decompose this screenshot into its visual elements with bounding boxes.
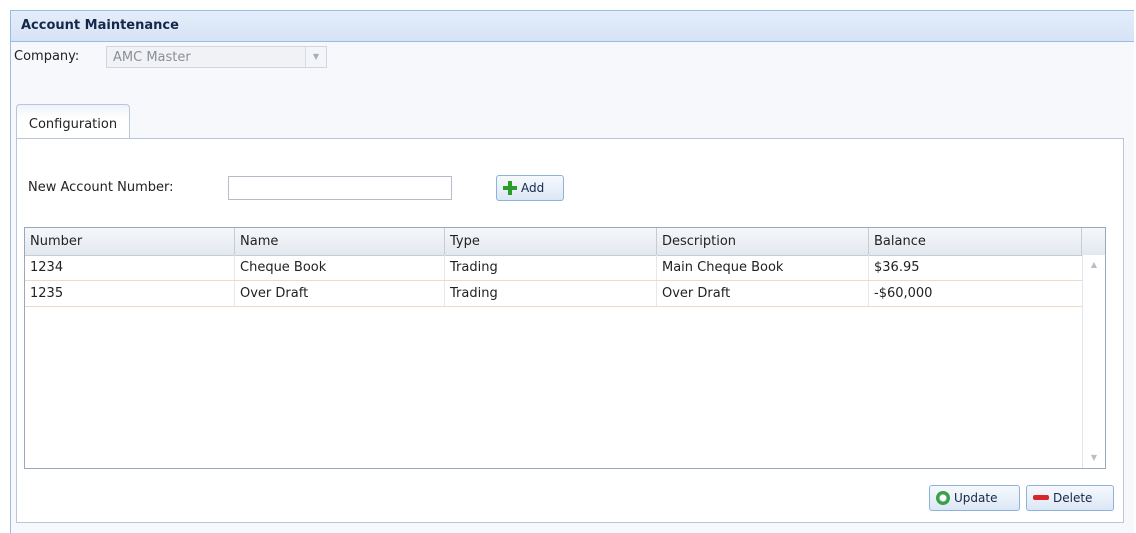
tab-bar: Configuration (16, 104, 1124, 139)
cell-type: Trading (445, 255, 657, 280)
scroll-up-icon[interactable]: ▲ (1083, 257, 1105, 273)
column-header-balance[interactable]: Balance (869, 228, 1082, 255)
grid-header: Number Name Type Description Balance (25, 228, 1105, 256)
company-value: AMC Master (113, 50, 191, 65)
column-header-type[interactable]: Type (445, 228, 657, 255)
update-button[interactable]: Update (929, 485, 1020, 511)
panel-title: Account Maintenance (11, 11, 1134, 42)
cell-number: 1234 (25, 255, 235, 280)
delete-button-label: Delete (1053, 491, 1093, 505)
tab-configuration[interactable]: Configuration (16, 104, 130, 139)
accounts-grid: Number Name Type Description Balance 123… (24, 227, 1106, 469)
cell-balance: -$60,000 (874, 286, 933, 301)
grid-scrollbar[interactable]: ▲ ▼ (1082, 255, 1105, 468)
column-header-name[interactable]: Name (235, 228, 445, 255)
company-select[interactable]: AMC Master ▼ (106, 46, 327, 68)
update-button-label: Update (954, 491, 998, 505)
table-row[interactable]: 1235 Over Draft Trading Over Draft -$60,… (25, 281, 1082, 307)
chevron-down-icon[interactable]: ▼ (305, 47, 326, 67)
add-button[interactable]: Add (496, 175, 564, 201)
cell-description: Over Draft (657, 281, 869, 306)
cell-number: 1235 (25, 281, 235, 306)
cell-description: Main Cheque Book (657, 255, 869, 280)
cell-name: Over Draft (235, 281, 445, 306)
refresh-icon (936, 490, 950, 505)
minus-icon (1033, 495, 1049, 500)
new-account-number-label: New Account Number: (28, 180, 174, 195)
column-header-description[interactable]: Description (657, 228, 869, 255)
delete-button[interactable]: Delete (1026, 485, 1114, 511)
cell-balance: $36.95 (874, 260, 920, 275)
scroll-down-icon[interactable]: ▼ (1083, 450, 1105, 466)
cell-type: Trading (445, 281, 657, 306)
table-row[interactable]: 1234 Cheque Book Trading Main Cheque Boo… (25, 255, 1082, 281)
new-account-number-input[interactable] (228, 176, 452, 200)
cell-name: Cheque Book (235, 255, 445, 280)
company-label: Company: (14, 49, 80, 64)
column-header-number[interactable]: Number (25, 228, 235, 255)
add-button-label: Add (521, 181, 545, 195)
plus-icon (503, 180, 517, 195)
